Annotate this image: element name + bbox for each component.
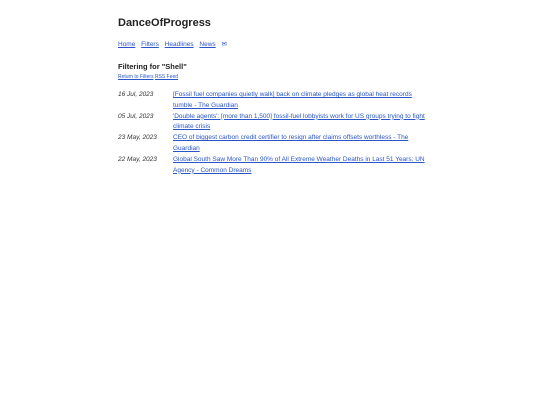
entry-date: 16 Jul, 2023 [118, 91, 154, 98]
entry-list: 16 Jul, 2023 [Fossil fuel companies quie… [118, 90, 428, 176]
entry-title-link[interactable]: 'Double agents': [more than 1,500] fossi… [173, 112, 428, 133]
entry-date: 05 Jul, 2023 [118, 112, 154, 120]
rss-feed-link[interactable]: RSS Feed [155, 74, 178, 80]
filter-heading: Filtering for "Shell" [118, 62, 187, 71]
list-item: 16 Jul, 2023 [Fossil fuel companies quie… [118, 90, 428, 111]
entry-title-link[interactable]: CEO of biggest carbon credit certifier t… [173, 133, 428, 154]
filter-sublinks: Return to Filters RSS Feed [118, 74, 428, 81]
nav-filters-link[interactable]: Filters [141, 41, 159, 48]
return-to-filters-link[interactable]: Return to Filters [118, 74, 154, 80]
mail-icon[interactable]: ✉ [221, 41, 226, 48]
list-item: 22 May, 2023 Global South Saw More Than … [118, 155, 428, 176]
entry-title-link[interactable]: [Fossil fuel companies quietly walk] bac… [173, 90, 428, 111]
list-item: 23 May, 2023 CEO of biggest carbon credi… [118, 133, 428, 154]
page-container: DanceOfProgress Home Filters Headlines N… [118, 16, 428, 177]
nav-news-link[interactable]: News [199, 41, 215, 48]
entry-title-link[interactable]: Global South Saw More Than 90% of All Ex… [173, 155, 428, 176]
entry-date: 22 May, 2023 [118, 156, 157, 164]
list-item: 05 Jul, 2023 'Double agents': [more than… [118, 112, 428, 133]
nav-home-link[interactable]: Home [118, 41, 135, 48]
nav-headlines-link[interactable]: Headlines [165, 41, 194, 48]
entry-date: 23 May, 2023 [118, 134, 157, 142]
main-nav: Home Filters Headlines News ✉ [118, 40, 428, 49]
site-title: DanceOfProgress [118, 17, 211, 29]
